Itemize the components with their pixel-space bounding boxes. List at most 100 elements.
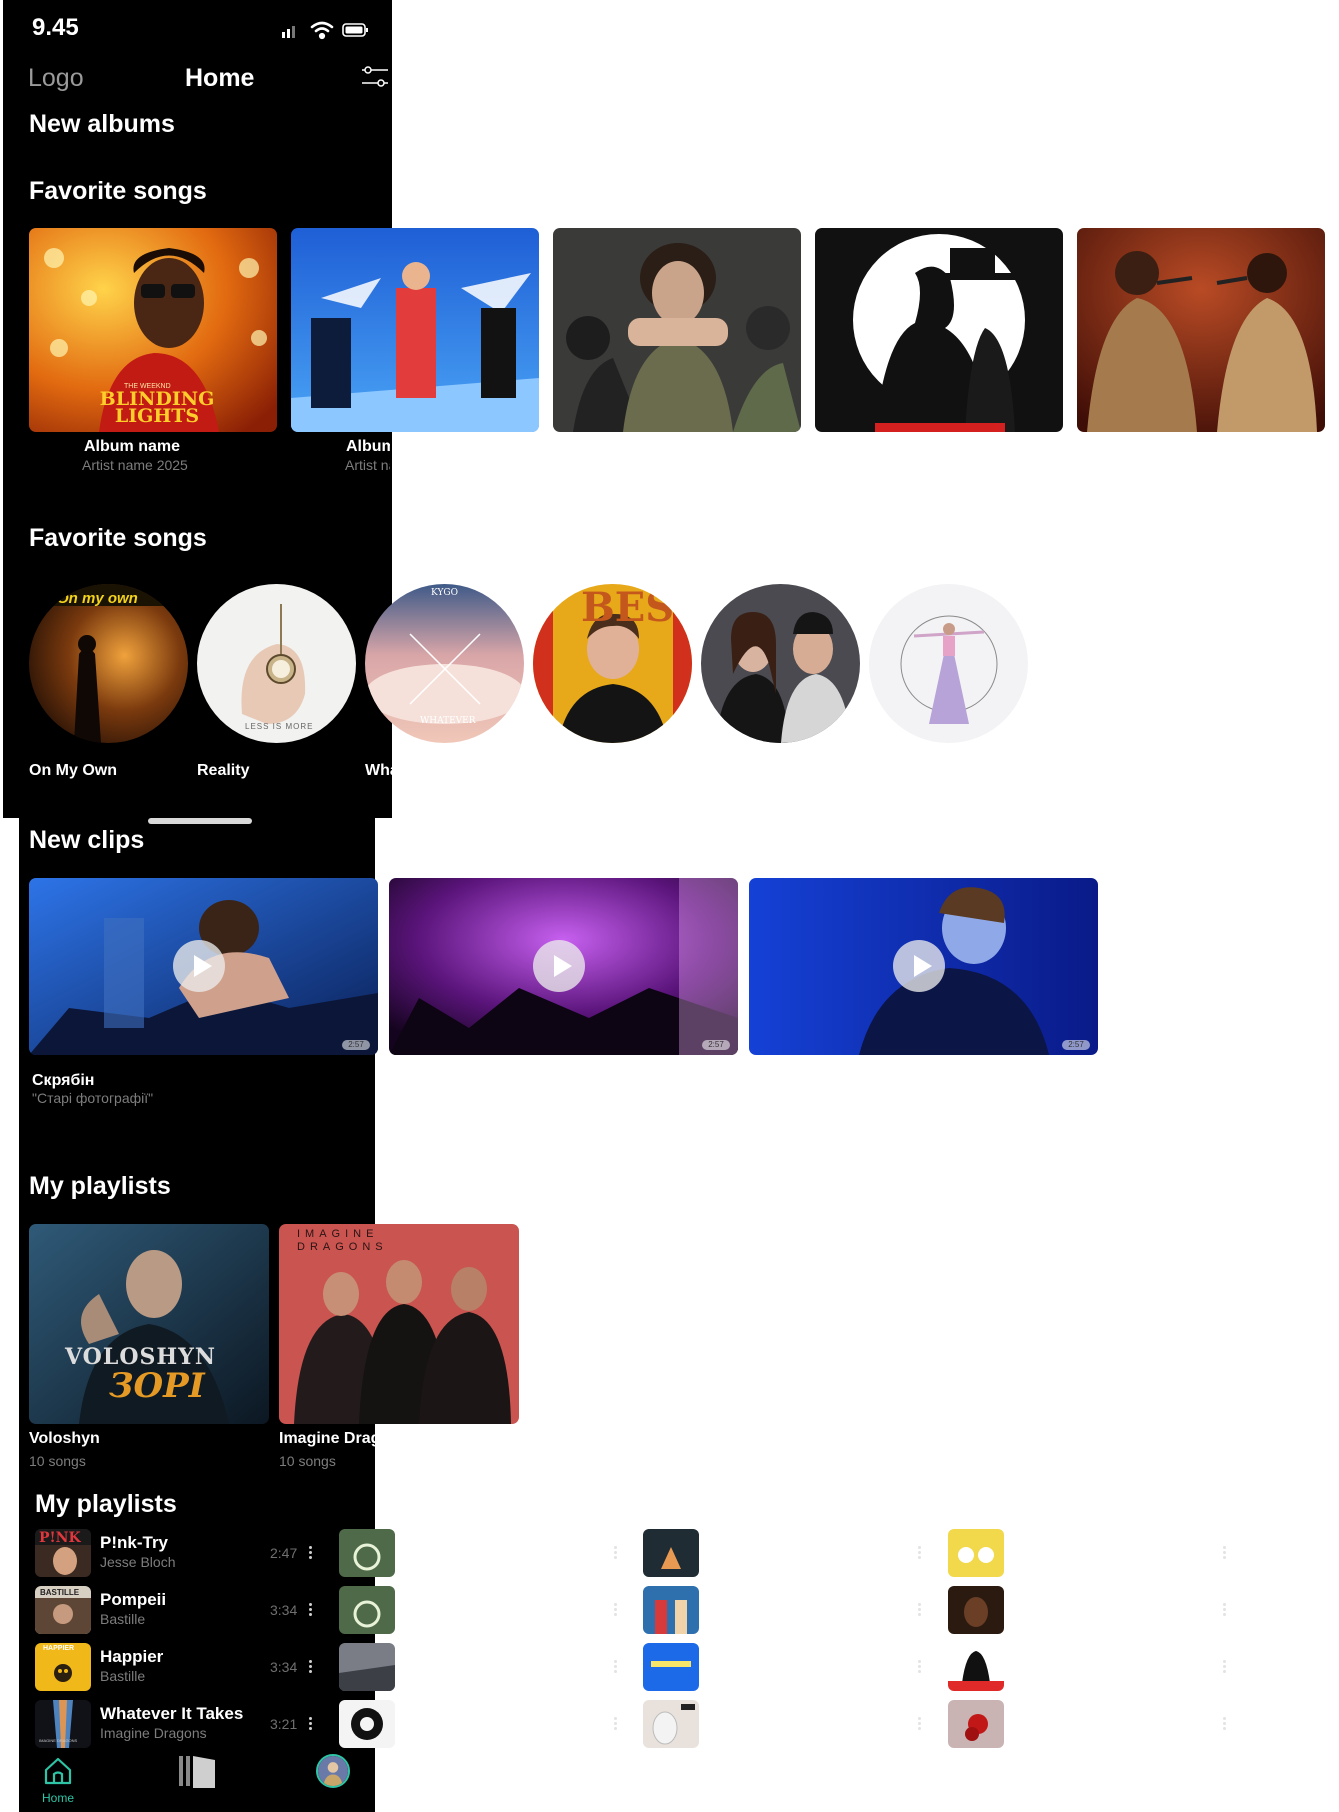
cover-text: LESS IS MORE — [245, 722, 314, 731]
song-thumbnail — [948, 1643, 1004, 1691]
cover-text: IMAGINE DRAGONS — [297, 1228, 388, 1253]
song-circle[interactable] — [701, 584, 860, 743]
more-icon[interactable] — [614, 1717, 618, 1731]
song-thumbnail — [643, 1529, 699, 1577]
cover-text: BEST — [581, 584, 692, 631]
play-button[interactable] — [173, 940, 225, 992]
more-icon[interactable] — [309, 1717, 313, 1731]
song-thumbnail — [339, 1700, 395, 1748]
status-icons — [282, 21, 368, 40]
album-cover — [553, 228, 801, 432]
song-duration: 3:21 — [270, 1716, 298, 1732]
play-button[interactable] — [533, 940, 585, 992]
album-cover — [291, 228, 539, 432]
home-icon[interactable] — [43, 1756, 73, 1786]
logo[interactable]: Logo — [28, 64, 84, 93]
album-card[interactable] — [1077, 228, 1325, 432]
more-icon[interactable] — [309, 1660, 313, 1674]
album-card[interactable] — [291, 228, 539, 432]
thumb-text: HAPPIER — [43, 1645, 75, 1652]
clip-duration: 2:57 — [342, 1040, 370, 1050]
thumb-text: BASTILLE — [40, 1588, 80, 1597]
play-button[interactable] — [893, 940, 945, 992]
page-title: Home — [185, 64, 255, 92]
battery-icon — [342, 23, 368, 37]
song-cover — [29, 584, 188, 743]
cover-text: On my own — [57, 590, 138, 607]
more-icon[interactable] — [614, 1660, 618, 1674]
playlist-cover — [279, 1224, 519, 1424]
song-circle[interactable]: On my own — [29, 584, 188, 743]
more-icon[interactable] — [918, 1717, 922, 1731]
home-indicator — [148, 818, 252, 824]
playlist-card[interactable]: IMAGINE DRAGONS — [279, 1224, 519, 1424]
tab-home-label[interactable]: Home — [42, 1791, 74, 1805]
signal-icon — [282, 26, 295, 38]
thumb-text: IMAGINE DRAGONS — [39, 1738, 78, 1743]
song-cover — [869, 584, 1028, 743]
library-icon[interactable] — [177, 1754, 217, 1788]
clip-card[interactable]: 2:57 — [389, 878, 738, 1055]
more-icon[interactable] — [309, 1603, 313, 1617]
more-icon[interactable] — [1223, 1717, 1227, 1731]
song-thumbnail — [339, 1643, 395, 1691]
more-icon[interactable] — [918, 1546, 922, 1560]
clip-card[interactable]: 2:57 — [749, 878, 1098, 1055]
song-artist: Imagine Dragons — [100, 1725, 207, 1741]
more-icon[interactable] — [1223, 1546, 1227, 1560]
song-thumbnail — [643, 1643, 699, 1691]
song-duration: 3:34 — [270, 1602, 298, 1618]
playlist-card[interactable]: VOLOSHYN ЗОРІ — [29, 1224, 269, 1424]
more-icon[interactable] — [614, 1546, 618, 1560]
album-name: Album name — [346, 438, 390, 455]
song-circle[interactable] — [869, 584, 1028, 743]
song-cover — [701, 584, 860, 743]
song-duration: 3:34 — [270, 1659, 298, 1675]
avatar[interactable] — [316, 1754, 350, 1788]
wifi-icon — [310, 21, 334, 40]
song-title: Whatever It Takes — [100, 1704, 244, 1723]
song-title: Whatever — [365, 762, 392, 779]
section-title-new-albums: New albums — [29, 110, 175, 138]
song-thumbnail — [339, 1529, 395, 1577]
song-thumbnail — [948, 1586, 1004, 1634]
song-artist: Jesse Bloch — [100, 1554, 176, 1570]
clip-subtitle: "Старі фотографії" — [32, 1090, 154, 1106]
song-thumbnail: IMAGINE DRAGONS — [35, 1700, 91, 1748]
playlist-name: Voloshyn — [29, 1430, 100, 1447]
section-title-my-playlists: My playlists — [35, 1490, 177, 1518]
thumb-text: P!NK — [39, 1530, 81, 1546]
more-icon[interactable] — [918, 1603, 922, 1617]
more-icon[interactable] — [309, 1546, 313, 1560]
more-icon[interactable] — [1223, 1603, 1227, 1617]
album-card[interactable] — [815, 228, 1063, 432]
song-title: Pompeii — [100, 1590, 167, 1609]
cover-text: BLINDING LIGHTS — [99, 388, 215, 427]
song-artist: Bastille — [100, 1668, 146, 1684]
album-card[interactable] — [553, 228, 801, 432]
album-name: Album name — [84, 438, 181, 455]
section-title-new-clips: New clips — [29, 826, 145, 854]
more-icon[interactable] — [918, 1660, 922, 1674]
more-icon[interactable] — [1223, 1660, 1227, 1674]
song-thumbnail — [948, 1529, 1004, 1577]
clip-card[interactable]: 2:57 — [29, 878, 378, 1055]
playlist-count: 10 songs — [29, 1453, 86, 1469]
song-thumbnail — [339, 1586, 395, 1634]
cover-sub-text: ЗОРІ — [109, 1366, 205, 1406]
playlist-count: 10 songs — [279, 1453, 336, 1469]
song-cover — [197, 584, 356, 743]
song-circle[interactable]: KYGO WHATEVER — [365, 584, 524, 743]
more-icon[interactable] — [614, 1603, 618, 1617]
song-circle[interactable]: LESS IS MORE — [197, 584, 356, 743]
song-title: Reality — [197, 762, 250, 779]
filter-icon[interactable] — [360, 64, 390, 90]
song-thumbnail: HAPPIER — [35, 1643, 91, 1691]
section-title-my-playlists: My playlists — [29, 1172, 171, 1200]
album-cover — [815, 228, 1063, 432]
cover-text: WHATEVER — [420, 716, 476, 726]
playlist-name: Imagine Dragons — [279, 1430, 375, 1447]
song-thumbnail: P!NK — [35, 1529, 91, 1577]
song-circle[interactable]: BEST — [533, 584, 692, 743]
album-card[interactable]: THE WEEKND BLINDING LIGHTS — [29, 228, 277, 432]
